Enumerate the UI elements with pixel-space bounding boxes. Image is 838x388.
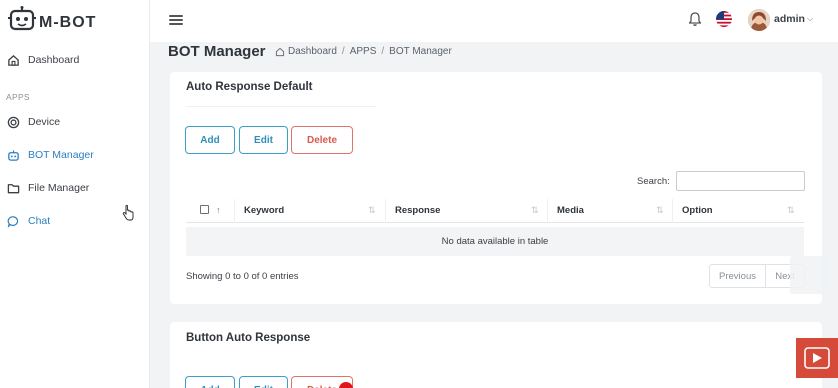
add-button[interactable]: Add	[185, 126, 235, 154]
watermark-logo-icon	[796, 338, 838, 378]
sidebar-item-file-manager[interactable]: File Manager	[0, 175, 150, 201]
edit-button[interactable]: Edit	[239, 126, 288, 154]
card-title: Button Auto Response	[186, 332, 311, 344]
brand-logo[interactable]: M-BOT	[8, 6, 138, 36]
sidebar-item-device[interactable]: Device	[0, 109, 150, 135]
column-response[interactable]: Response	[395, 205, 440, 216]
svg-text:M-BOT: M-BOT	[39, 14, 96, 31]
sort-icon[interactable]: ⇅	[787, 205, 795, 216]
page-title: BOT Manager	[168, 43, 266, 60]
sidebar-item-dashboard[interactable]: Dashboard	[0, 47, 150, 73]
target-icon	[6, 115, 20, 129]
sidebar-item-label: BOT Manager	[28, 149, 94, 161]
sort-up-icon[interactable]: ↑	[216, 205, 221, 215]
column-option[interactable]: Option	[682, 205, 713, 216]
column-keyword[interactable]: Keyword	[244, 205, 284, 216]
breadcrumb-current: BOT Manager	[389, 46, 452, 57]
card-title: Auto Response Default	[186, 81, 313, 93]
sidebar-item-label: Device	[28, 116, 61, 128]
chat-icon	[6, 214, 20, 228]
folder-icon	[6, 181, 20, 195]
user-name[interactable]: admin	[774, 13, 805, 25]
robot-icon	[6, 148, 20, 162]
sidebar-section-apps: APPS	[6, 92, 30, 102]
sort-icon[interactable]: ⇅	[656, 205, 664, 216]
sort-icon[interactable]: ⇅	[368, 205, 376, 216]
sidebar: M-BOT Dashboard APPS Device BOT Manager …	[0, 0, 150, 388]
menu-toggle-icon[interactable]	[169, 13, 183, 27]
sidebar-item-label: File Manager	[28, 182, 90, 194]
sidebar-item-label: Dashboard	[28, 54, 80, 66]
sort-icon[interactable]: ⇅	[531, 205, 539, 216]
edit-button[interactable]: Edit	[239, 376, 288, 388]
select-all-checkbox[interactable]	[200, 205, 209, 214]
search-input[interactable]	[676, 171, 805, 191]
home-icon	[275, 47, 285, 57]
bell-icon[interactable]	[688, 11, 702, 32]
sidebar-item-label: Chat	[28, 215, 51, 227]
home-icon	[6, 53, 20, 67]
column-media[interactable]: Media	[557, 205, 584, 216]
scroll-overlay	[790, 256, 830, 294]
add-button[interactable]: Add	[185, 376, 235, 388]
table-header: ↑ Keyword ⇅ Response ⇅ Media ⇅ Option ⇅	[186, 199, 804, 223]
search-input-value	[677, 177, 681, 188]
delete-button[interactable]: Delete	[291, 126, 353, 154]
topbar: admin ⌵	[150, 0, 838, 42]
avatar[interactable]	[748, 9, 770, 31]
mouse-pointer-icon	[122, 204, 134, 226]
breadcrumb-dashboard[interactable]: Dashboard	[288, 46, 337, 57]
table-info: Showing 0 to 0 of 0 entries	[186, 271, 299, 282]
previous-page-button[interactable]: Previous	[709, 264, 766, 288]
search-label: Search:	[637, 176, 670, 187]
breadcrumb-apps[interactable]: APPS	[350, 46, 377, 57]
us-flag-icon[interactable]	[716, 11, 732, 27]
robot-logo-icon: M-BOT	[8, 6, 96, 31]
breadcrumb: Dashboard / APPS / BOT Manager	[275, 46, 452, 57]
sidebar-item-bot-manager[interactable]: BOT Manager	[0, 142, 150, 168]
empty-table-row: No data available in table	[186, 227, 804, 256]
chevron-down-icon[interactable]: ⌵	[807, 14, 813, 24]
